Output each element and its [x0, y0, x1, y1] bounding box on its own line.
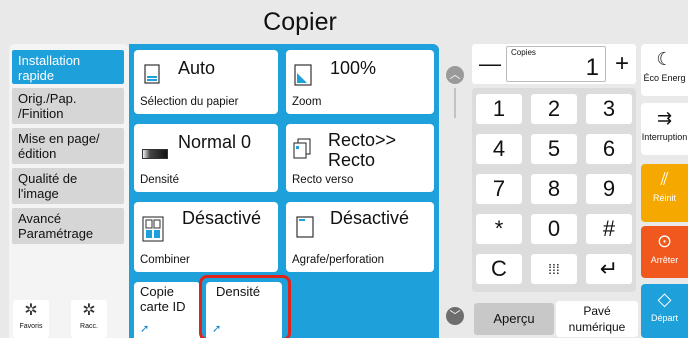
scroll-track: [454, 88, 456, 118]
key-hash[interactable]: #: [586, 214, 632, 244]
paper-selection-tile[interactable]: Auto Sélection du papier: [134, 50, 278, 114]
duplex-tile[interactable]: Recto>> Recto Recto verso: [286, 124, 434, 192]
start-icon: ◇: [657, 289, 672, 309]
chevron-up-icon: ︿: [449, 69, 461, 81]
key-3[interactable]: 3: [586, 94, 632, 124]
combine-label: Combiner: [140, 254, 190, 266]
key-9[interactable]: 9: [586, 174, 632, 204]
density-value: Normal 0: [178, 132, 252, 152]
copies-plus-button[interactable]: +: [608, 50, 636, 78]
staple-label: Agrafe/perforation: [292, 254, 385, 266]
key-1[interactable]: 1: [476, 94, 522, 124]
combine-tile[interactable]: Désactivé Combiner: [134, 202, 278, 272]
tab-quick-setup[interactable]: Installation rapide: [12, 50, 124, 84]
key-6[interactable]: 6: [586, 134, 632, 164]
paper-value: Auto: [178, 58, 216, 78]
shortcut-favorites[interactable]: ✲ Favoris: [13, 300, 49, 338]
shortcut-racc-label: Racc.: [80, 323, 98, 330]
key-asterisk[interactable]: *: [476, 214, 522, 244]
duplex-pages-icon: [292, 138, 312, 165]
key-2[interactable]: 2: [531, 94, 577, 124]
stop-button[interactable]: ⊙ Arrêter: [641, 226, 688, 278]
shortcut-racc[interactable]: ✲ Racc.: [71, 300, 107, 338]
id-card-copy-label: Copie carte ID: [140, 284, 186, 314]
staple-value: Désactivé: [330, 208, 410, 228]
gear-star-icon: ✲: [24, 302, 38, 319]
duplex-value: Recto>> Recto: [328, 130, 397, 170]
interrupt-icon: ⇉: [656, 108, 673, 128]
scroll-down-button[interactable]: ﹀: [446, 307, 464, 325]
tab-advanced-setup[interactable]: Avancé Paramétrage: [12, 208, 124, 244]
paper-label: Sélection du papier: [140, 96, 239, 108]
key-7[interactable]: 7: [476, 174, 522, 204]
key-5[interactable]: 5: [531, 134, 577, 164]
staple-punch-tile[interactable]: Désactivé Agrafe/perforation: [286, 202, 434, 272]
key-0[interactable]: 0: [531, 214, 577, 244]
scroll-up-button[interactable]: ︿: [446, 66, 464, 84]
density-bar-icon: [142, 146, 168, 164]
key-clear[interactable]: C: [476, 254, 522, 284]
copies-field[interactable]: Copies 1: [506, 46, 606, 82]
copies-value: 1: [585, 54, 599, 81]
page-title: Copier: [263, 8, 337, 36]
combine-pages-icon: [142, 216, 164, 247]
tab-image-quality[interactable]: Qualité de l'image: [12, 168, 124, 204]
chevron-down-icon: ﹀: [449, 310, 461, 322]
combine-value: Désactivé: [182, 208, 262, 228]
stop-label: Arrêter: [650, 255, 679, 265]
start-button[interactable]: ◇ Départ: [641, 284, 688, 338]
key-quick-no[interactable]: ⁞⁞⁞: [531, 254, 577, 284]
numeric-keypad-toggle[interactable]: Pavé numérique: [556, 301, 638, 337]
copies-control: — Copies 1 +: [472, 44, 636, 84]
tab-orig-paper-finishing[interactable]: Orig./Pap. /Finition: [12, 88, 124, 124]
eco-energy-label: Éco Energ: [643, 73, 686, 83]
shortcut-favorites-label: Favoris: [19, 323, 43, 330]
key-enter[interactable]: ↵: [586, 254, 632, 284]
stop-icon: ⊙: [656, 231, 673, 251]
interrupt-label: Interruption: [641, 132, 688, 142]
reset-label: Réinit: [652, 193, 676, 203]
id-card-copy-tile[interactable]: Copie carte ID ➚: [134, 282, 200, 338]
copier-screen: Copier Installation rapide Orig./Pap. /F…: [0, 0, 688, 338]
reset-button[interactable]: ⫽ Réinit: [641, 164, 688, 222]
density-label: Densité: [140, 174, 179, 186]
moon-icon: ☾: [656, 49, 673, 69]
key-4[interactable]: 4: [476, 134, 522, 164]
copies-minus-button[interactable]: —: [476, 50, 504, 78]
zoom-label: Zoom: [292, 96, 322, 108]
duplex-label: Recto verso: [292, 174, 354, 186]
shortcut-arrow-icon: ➚: [140, 323, 150, 335]
preview-button[interactable]: Aperçu: [474, 303, 554, 335]
paper-tray-icon: [144, 64, 160, 89]
staple-page-icon: [296, 216, 314, 243]
density-tile[interactable]: Normal 0 Densité: [134, 124, 278, 192]
left-tab-panel: Installation rapide Orig./Pap. /Finition…: [9, 44, 129, 338]
gear-icon: ✲: [82, 302, 96, 319]
copies-label: Copies: [511, 48, 536, 57]
zoom-tile[interactable]: 100% Zoom: [286, 50, 434, 114]
selection-highlight: [199, 275, 291, 338]
tab-layout-edit[interactable]: Mise en page/édition: [12, 128, 124, 164]
zoom-value: 100%: [330, 58, 377, 78]
eco-energy-button[interactable]: ☾ Éco Energ: [641, 44, 688, 96]
reset-icon: ⫽: [660, 169, 669, 189]
start-label: Départ: [650, 313, 678, 323]
numeric-keypad: 1 2 3 4 5 6 7 8 9 * 0 # C ⁞⁞⁞ ↵: [472, 88, 636, 292]
interrupt-button[interactable]: ⇉ Interruption: [641, 103, 688, 155]
zoom-page-icon: [294, 64, 312, 91]
key-8[interactable]: 8: [531, 174, 577, 204]
